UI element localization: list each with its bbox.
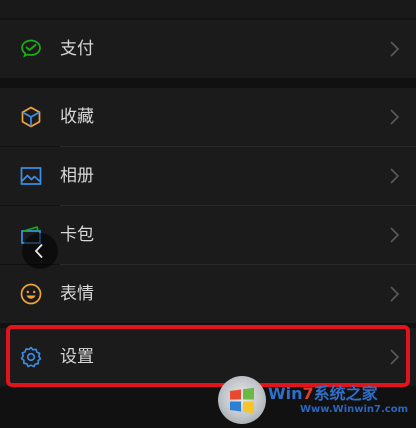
smiley-icon [19,282,43,306]
win7-watermark: Win7系统之家 Www.Winwin7.com [216,372,412,428]
watermark-brand-prefix: Win [268,384,303,403]
menu-item-cards[interactable]: 卡包 [0,206,416,264]
watermark-brand: Win7系统之家 [268,380,378,404]
cube-icon [19,105,43,129]
watermark-url: Www.Winwin7.com [300,404,409,415]
menu-item-album[interactable]: 相册 [0,147,416,205]
chevron-right-icon [388,285,400,303]
floating-back-button[interactable] [22,233,58,269]
wechat-pay-icon [19,37,43,61]
watermark-brand-suffix: 系统之家 [313,384,378,403]
chevron-right-icon [388,167,400,185]
menu-item-pay[interactable]: 支付 [0,20,416,78]
menu-item-pay-label: 支付 [60,39,94,59]
chevron-right-icon [388,108,400,126]
chevron-right-icon [388,40,400,58]
menu-item-album-label: 相册 [60,166,94,186]
image-icon [19,164,43,188]
menu-item-stickers-label: 表情 [60,284,94,304]
menu-item-favorites-label: 收藏 [60,107,94,127]
top-section-edge [0,0,416,18]
menu-item-cards-label: 卡包 [60,225,94,245]
chevron-right-icon [388,226,400,244]
chevron-left-icon [34,243,43,259]
watermark-brand-seven: 7 [302,384,314,403]
menu-item-stickers[interactable]: 表情 [0,265,416,323]
wechat-me-screen: 支付 收藏 相册 卡包 表情 设置 Win7系统之家 Www.Winwin7.c… [0,0,416,428]
menu-item-favorites[interactable]: 收藏 [0,88,416,146]
windows-logo-icon [218,376,266,424]
